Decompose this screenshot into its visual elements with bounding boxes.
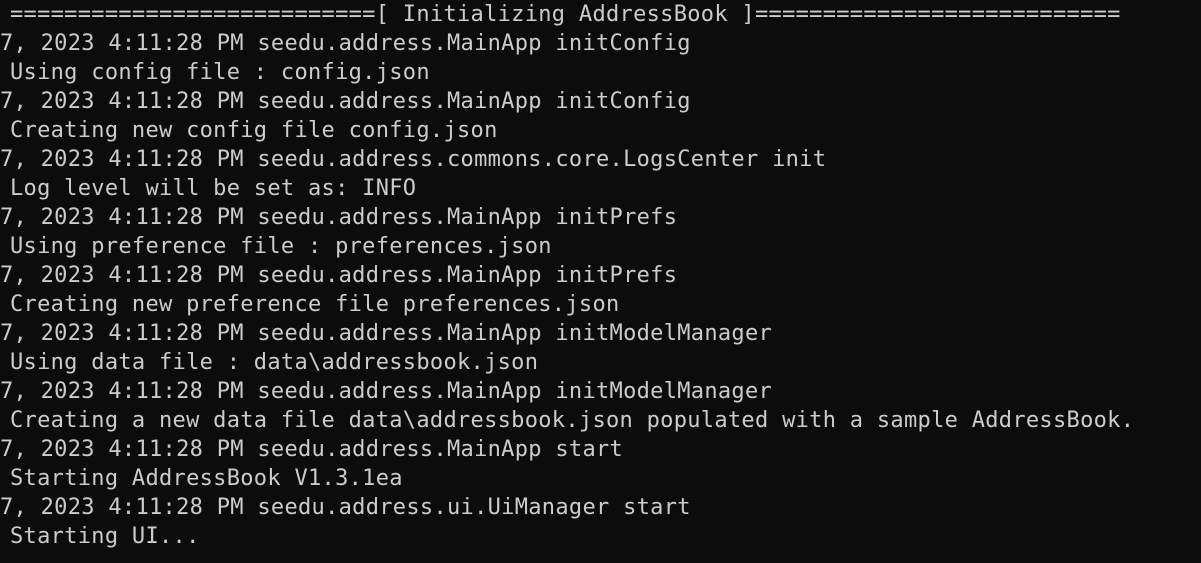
log-entry-header: 7, 2023 4:11:28 PM seedu.address.MainApp… bbox=[0, 31, 691, 56]
log-entry-message: Creating a new data file data\addressboo… bbox=[10, 408, 1135, 433]
terminal-window[interactable]: ===========================[ Initializin… bbox=[0, 0, 1201, 563]
log-entry-message: Creating new config file config.json bbox=[10, 118, 498, 143]
log-entry-message: Log level will be set as: INFO bbox=[10, 176, 417, 201]
log-entry-message: Starting AddressBook V1.3.1ea bbox=[10, 466, 403, 491]
log-entry-header: 7, 2023 4:11:28 PM seedu.address.MainApp… bbox=[0, 205, 678, 230]
log-entry-header: 7, 2023 4:11:28 PM seedu.address.ui.UiMa… bbox=[0, 495, 691, 520]
initializing-banner: ===========================[ Initializin… bbox=[10, 2, 1121, 27]
log-entry-header: 7, 2023 4:11:28 PM seedu.address.MainApp… bbox=[0, 321, 773, 346]
log-entry-header: 7, 2023 4:11:28 PM seedu.address.MainApp… bbox=[0, 263, 678, 288]
log-entry-message: Creating new preference file preferences… bbox=[10, 292, 620, 317]
log-entry-message: Using config file : config.json bbox=[10, 60, 430, 85]
log-entry-header: 7, 2023 4:11:28 PM seedu.address.MainApp… bbox=[0, 379, 773, 404]
log-entry-message: Using preference file : preferences.json bbox=[10, 234, 552, 259]
log-entry-message: Using data file : data\addressbook.json bbox=[10, 350, 539, 375]
terminal-output: ===========================[ Initializin… bbox=[0, 0, 1201, 551]
log-entry-message: Starting UI... bbox=[10, 524, 200, 549]
log-entry-header: 7, 2023 4:11:28 PM seedu.address.MainApp… bbox=[0, 437, 624, 462]
log-entry-header: 7, 2023 4:11:28 PM seedu.address.MainApp… bbox=[0, 89, 691, 114]
log-entry-header: 7, 2023 4:11:28 PM seedu.address.commons… bbox=[0, 147, 827, 172]
